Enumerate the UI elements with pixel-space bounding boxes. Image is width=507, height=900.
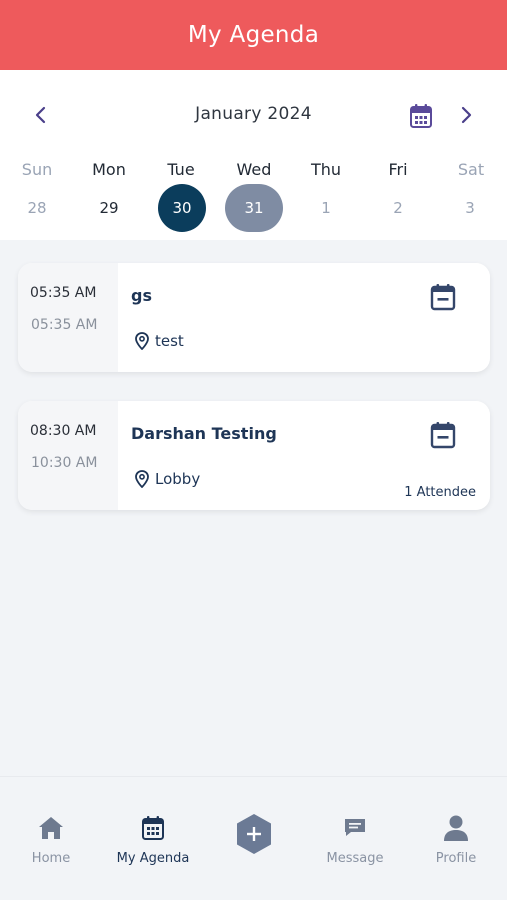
day-cell-3[interactable]: 3: [441, 184, 499, 232]
day-name-fri: Fri: [388, 160, 408, 179]
profile-icon: [444, 815, 468, 841]
remove-from-calendar-icon[interactable]: [430, 283, 456, 311]
day-number: 1: [321, 199, 331, 217]
tab-home[interactable]: Home: [1, 813, 101, 866]
tab-label: Home: [31, 851, 71, 866]
remove-from-calendar-icon[interactable]: [430, 421, 456, 449]
event-location: test: [135, 332, 184, 350]
day-number: 2: [393, 199, 403, 217]
tab-label: Profile: [435, 851, 477, 866]
tab-message[interactable]: Message: [305, 813, 405, 866]
day-cell-28[interactable]: 28: [8, 184, 66, 232]
calendar-picker-button[interactable]: [406, 101, 436, 131]
day-cell-31-today[interactable]: 31: [225, 184, 283, 232]
event-title: gs: [131, 286, 152, 305]
next-month-button[interactable]: [449, 98, 483, 132]
agenda-event-card[interactable]: 08:30 AM 10:30 AM Darshan Testing Lobby …: [18, 401, 490, 510]
tab-my-agenda[interactable]: My Agenda: [103, 813, 203, 866]
event-end-time: 05:35 AM: [31, 317, 98, 333]
event-body: Darshan Testing Lobby 1 Attendee: [118, 401, 490, 510]
day-number: 29: [99, 199, 119, 217]
event-start-time: 05:35 AM: [30, 285, 97, 301]
day-cell-2[interactable]: 2: [369, 184, 427, 232]
location-pin-icon: [135, 332, 149, 350]
plus-icon: [237, 814, 271, 854]
agenda-event-card[interactable]: 05:35 AM 05:35 AM gs test: [18, 263, 490, 372]
tab-label: Message: [326, 851, 384, 866]
day-name-thu: Thu: [310, 160, 342, 179]
page-title: My Agenda: [187, 22, 320, 48]
event-body: gs test: [118, 263, 490, 372]
day-number: 28: [27, 199, 47, 217]
day-name-sun: Sun: [21, 160, 53, 179]
day-name-wed: Wed: [236, 160, 272, 179]
day-number: 3: [465, 199, 475, 217]
bottom-tab-bar: Home My Agenda Message Profile: [0, 776, 507, 900]
calendar-strip: January 2024 Sun Mon Tue Wed Thu Fri Sat…: [0, 70, 507, 240]
event-title: Darshan Testing: [131, 424, 277, 443]
event-location-label: Lobby: [155, 470, 201, 488]
day-number: 30: [172, 199, 192, 217]
calendar-icon: [142, 816, 164, 840]
event-end-time: 10:30 AM: [31, 455, 98, 471]
event-time-column: 05:35 AM 05:35 AM: [18, 263, 118, 372]
location-pin-icon: [135, 470, 149, 488]
day-name-sat: Sat: [457, 160, 485, 179]
day-cell-30-selected[interactable]: 30: [158, 184, 206, 232]
event-location: Lobby: [135, 470, 200, 488]
day-name-mon: Mon: [92, 160, 126, 179]
app-header: My Agenda: [0, 0, 507, 70]
event-start-time: 08:30 AM: [30, 423, 97, 439]
month-navigation: January 2024: [0, 98, 507, 132]
day-cell-29[interactable]: 29: [80, 184, 138, 232]
calendar-icon: [410, 104, 432, 128]
message-icon: [345, 819, 365, 836]
event-attendee-count: 1 Attendee: [404, 485, 476, 500]
chevron-right-icon: [461, 106, 472, 124]
day-number: 31: [244, 199, 264, 217]
day-cell-1[interactable]: 1: [297, 184, 355, 232]
add-button[interactable]: [234, 812, 274, 856]
tab-profile[interactable]: Profile: [406, 813, 506, 866]
tab-label: My Agenda: [116, 851, 190, 866]
event-time-column: 08:30 AM 10:30 AM: [18, 401, 118, 510]
day-name-tue: Tue: [167, 160, 195, 179]
event-location-label: test: [155, 332, 184, 350]
home-icon: [39, 817, 63, 839]
